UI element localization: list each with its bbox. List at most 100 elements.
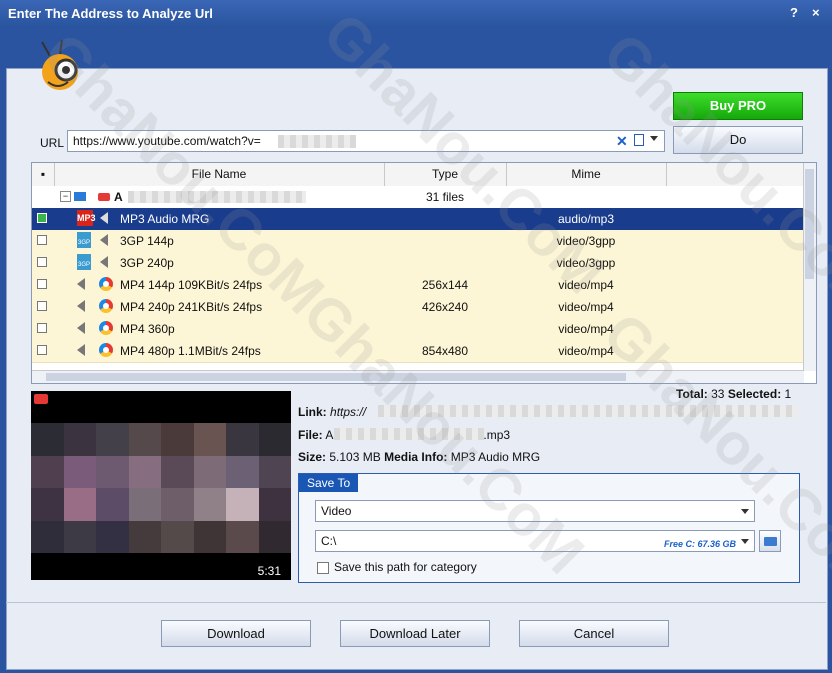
column-type[interactable]: Type	[384, 163, 507, 186]
row-checkbox[interactable]	[37, 323, 47, 333]
preview-image	[31, 423, 291, 553]
row-checkbox[interactable]	[37, 235, 47, 245]
file-ext: .mp3	[483, 428, 511, 442]
table-row[interactable]: MP4 360p video/mp4	[32, 318, 804, 341]
video-preview[interactable]: 5:31	[31, 391, 291, 580]
horizontal-scrollbar[interactable]	[32, 370, 804, 383]
speaker-icon	[77, 322, 85, 334]
redacted-area	[378, 405, 798, 417]
scroll-thumb[interactable]	[805, 169, 814, 279]
row-checkbox[interactable]	[37, 213, 47, 223]
redacted-area	[334, 428, 484, 440]
save-path-option[interactable]: Save this path for category	[317, 560, 477, 574]
parent-name: A	[114, 190, 123, 204]
save-path-checkbox[interactable]	[317, 561, 329, 574]
media-info-label: Media Info:	[384, 450, 448, 464]
table-row[interactable]: MP4 480p 1.1MBit/s 24fps 854x480 video/m…	[32, 340, 804, 363]
download-button[interactable]: Download	[161, 620, 311, 647]
totals-summary: Total: 33 Selected: 1	[676, 387, 791, 401]
buy-pro-button[interactable]: Buy PRO	[673, 92, 803, 120]
row-name: 3GP 240p	[120, 256, 174, 270]
mp4-icon	[99, 299, 113, 313]
row-mime: video/3gpp	[556, 234, 616, 248]
row-checkbox[interactable]	[37, 279, 47, 289]
row-name: MP4 480p 1.1MBit/s 24fps	[120, 344, 261, 358]
url-history-dropdown-icon[interactable]	[650, 136, 658, 141]
speaker-icon	[77, 300, 85, 312]
browse-folder-button[interactable]	[759, 530, 781, 552]
table-row-parent[interactable]: − A 31 files	[32, 186, 804, 209]
table-row[interactable]: MP4 240p 241KBit/s 24fps 426x240 video/m…	[32, 296, 804, 319]
media-info-value: MP3 Audio MRG	[450, 450, 541, 464]
row-type: 256x144	[421, 278, 469, 292]
cancel-button[interactable]: Cancel	[519, 620, 669, 647]
category-select[interactable]: Video	[315, 500, 755, 522]
speaker-icon	[77, 344, 85, 356]
total-label: Total:	[676, 387, 708, 401]
close-button[interactable]: ×	[812, 5, 820, 20]
total-count: 33	[711, 387, 725, 401]
link-info: Link: https://	[298, 405, 366, 419]
file-label: File:	[298, 428, 323, 442]
size-value: 5.103 MB	[329, 450, 381, 464]
mp4-icon	[99, 277, 113, 291]
url-input[interactable]: https://www.youtube.com/watch?v= ✕	[67, 130, 665, 152]
table-row[interactable]: 3GP 3GP 240p video/3gpp	[32, 252, 804, 275]
help-button[interactable]: ?	[790, 5, 798, 20]
mp3-icon: MP3	[77, 210, 96, 226]
row-mime: video/mp4	[558, 322, 614, 336]
row-name: MP4 360p	[120, 322, 175, 336]
row-checkbox[interactable]	[37, 345, 47, 355]
row-mime: audio/mp3	[557, 212, 615, 226]
scroll-thumb[interactable]	[46, 373, 626, 381]
column-mime[interactable]: Mime	[506, 163, 667, 186]
do-button[interactable]: Do	[673, 126, 803, 154]
row-checkbox[interactable]	[37, 257, 47, 267]
window-title: Enter The Address to Analyze Url	[8, 6, 213, 21]
chevron-down-icon[interactable]	[741, 509, 749, 514]
folder-icon	[764, 537, 777, 546]
row-name: MP3 Audio MRG	[120, 212, 210, 226]
paste-clipboard-icon[interactable]	[634, 134, 644, 146]
collapse-icon[interactable]: −	[60, 191, 71, 202]
mp4-icon	[99, 343, 113, 357]
row-mime: video/mp4	[558, 278, 614, 292]
divider	[6, 602, 826, 603]
save-to-title: Save To	[299, 474, 359, 492]
ant-logo-icon	[41, 39, 78, 90]
link-value[interactable]: https://	[330, 405, 366, 419]
table-row[interactable]: MP3 MP3 Audio MRG audio/mp3	[32, 208, 804, 231]
save-to-panel: Save To Video C:\ Free C: 67.36 GB Save …	[298, 473, 800, 583]
parent-type: 31 files	[425, 190, 465, 204]
table-row[interactable]: 3GP 3GP 144p video/3gpp	[32, 230, 804, 253]
title-bar: Enter The Address to Analyze Url ? ×	[0, 0, 832, 26]
row-name: MP4 144p 109KBit/s 24fps	[120, 278, 263, 292]
youtube-icon	[98, 193, 110, 201]
file-value: A	[325, 428, 334, 442]
selected-count: 1	[784, 387, 792, 401]
3gp-icon: 3GP	[77, 254, 91, 270]
vertical-scrollbar[interactable]	[803, 163, 816, 371]
file-list-table: ▪ File Name Type Mime − A 31 files MP3 M…	[31, 162, 817, 384]
column-file-name[interactable]: File Name	[54, 163, 385, 186]
clear-url-icon[interactable]: ✕	[616, 133, 628, 150]
row-name: 3GP 144p	[120, 234, 174, 248]
row-mime: video/3gpp	[556, 256, 616, 270]
row-name: MP4 240p 241KBit/s 24fps	[120, 300, 263, 314]
category-value: Video	[321, 504, 352, 518]
speaker-icon	[77, 278, 85, 290]
dialog-window: Enter The Address to Analyze Url ? × Buy…	[0, 0, 832, 673]
link-label: Link:	[298, 405, 327, 419]
speaker-icon	[100, 234, 108, 246]
speaker-icon	[100, 212, 108, 224]
speaker-icon	[100, 256, 108, 268]
row-type: 854x480	[421, 344, 469, 358]
path-select[interactable]: C:\ Free C: 67.36 GB	[315, 530, 755, 552]
free-space: Free C: 67.36 GB	[663, 539, 736, 549]
table-row[interactable]: MP4 144p 109KBit/s 24fps 256x144 video/m…	[32, 274, 804, 297]
select-all-column[interactable]: ▪	[32, 163, 55, 186]
download-later-button[interactable]: Download Later	[340, 620, 490, 647]
row-checkbox[interactable]	[37, 301, 47, 311]
chevron-down-icon[interactable]	[741, 539, 749, 544]
redacted-area	[128, 191, 306, 203]
